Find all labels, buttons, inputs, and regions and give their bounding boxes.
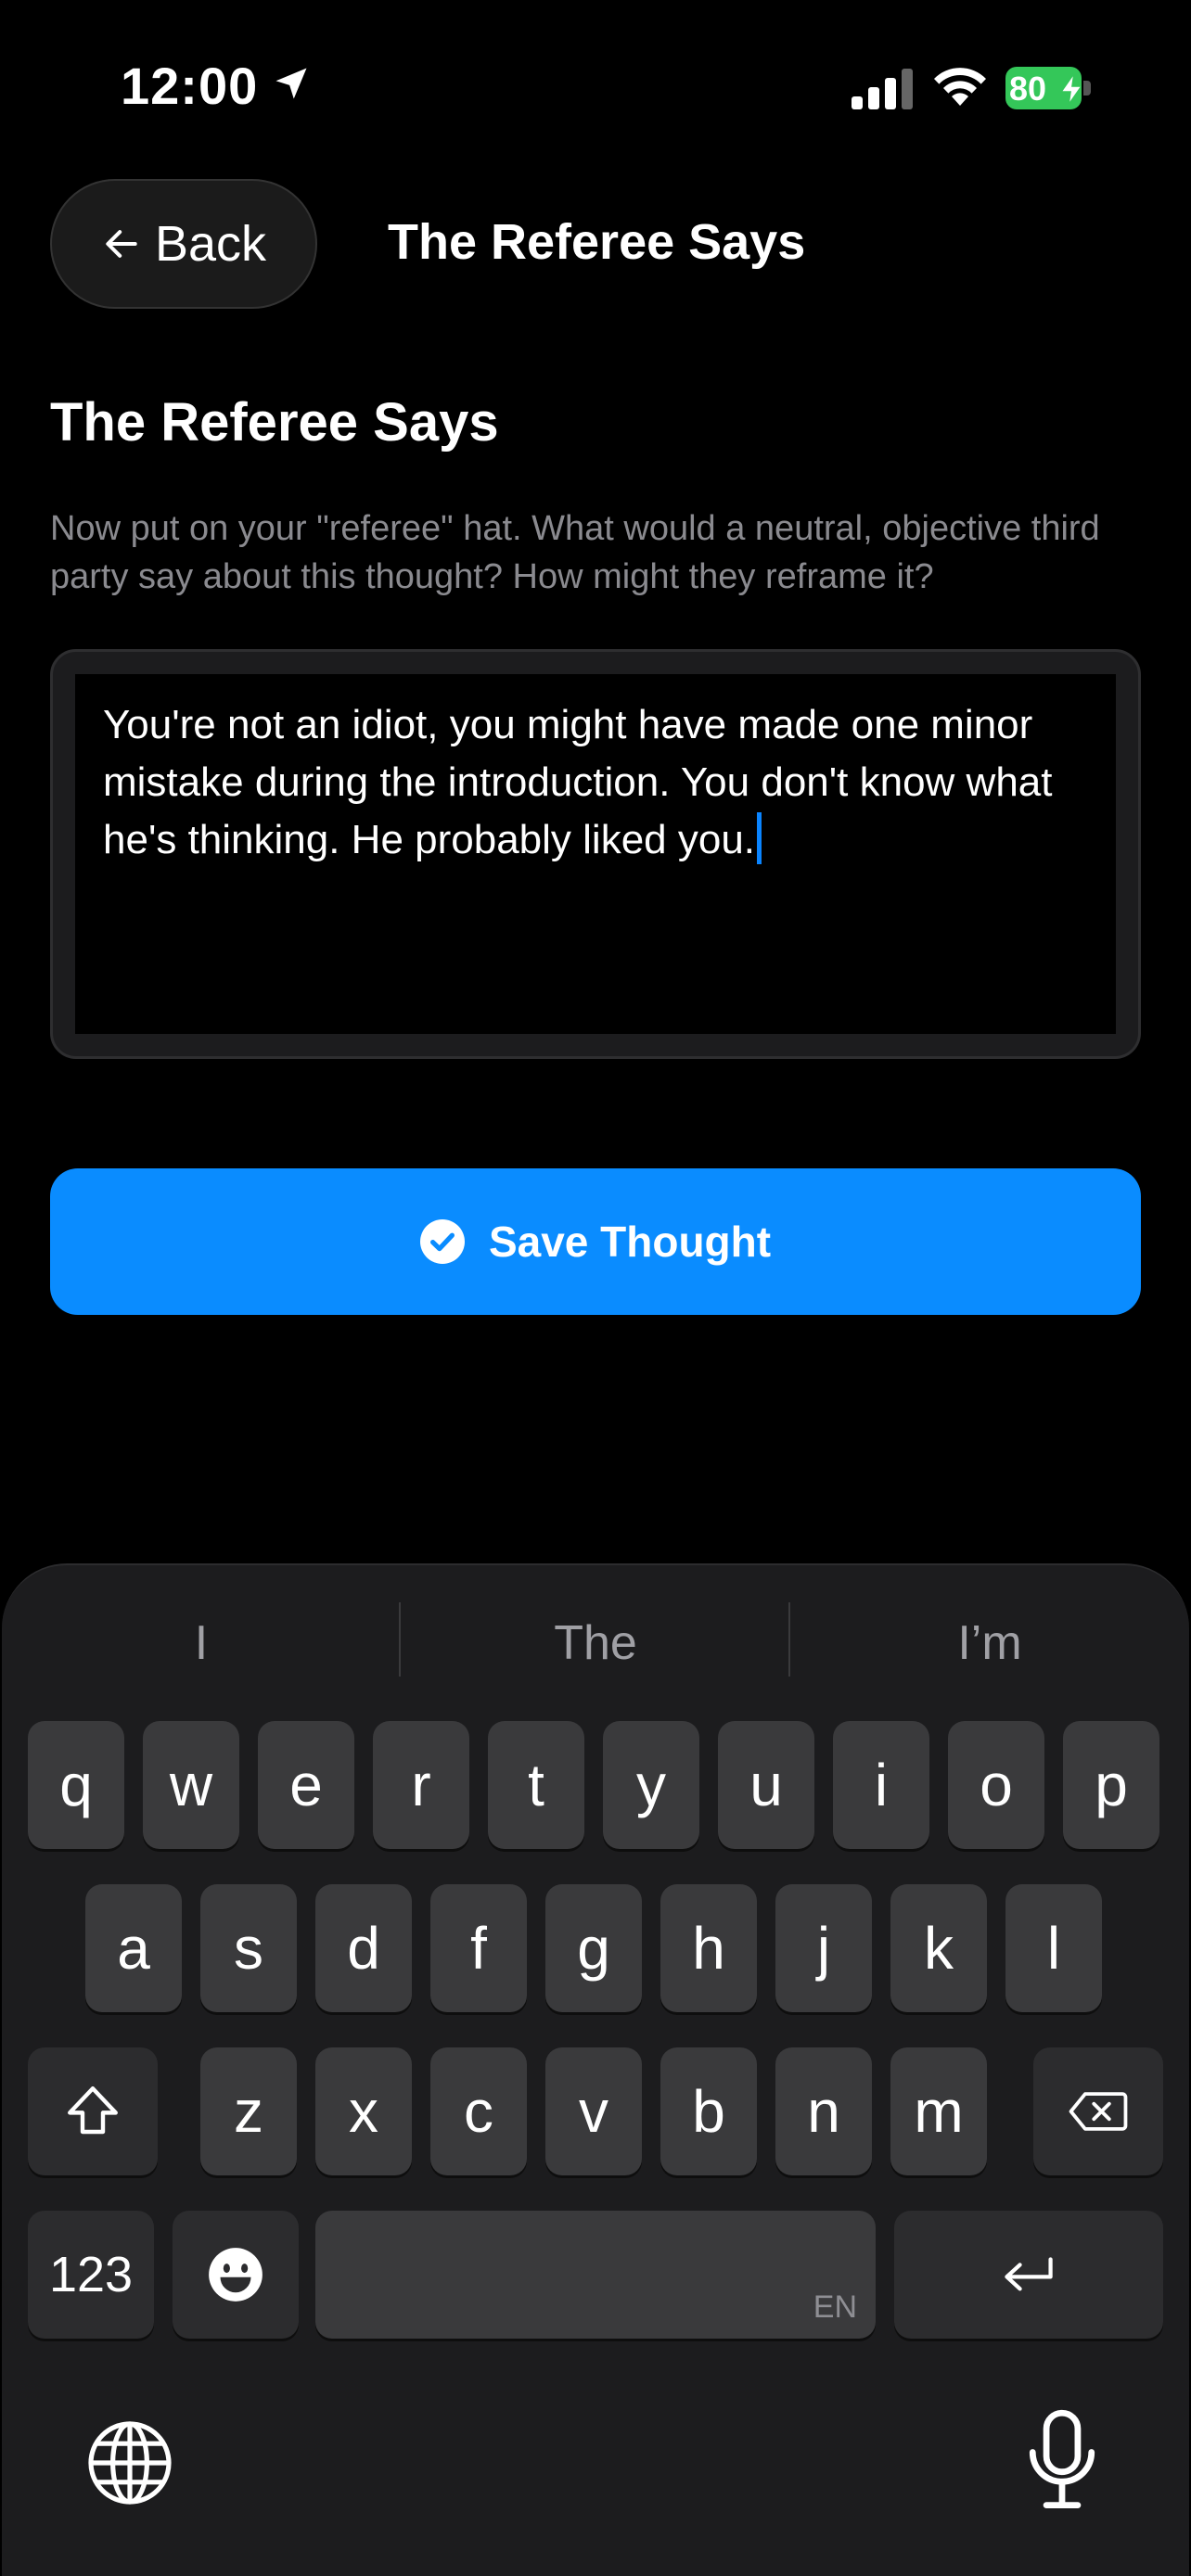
suggestion-1[interactable]: I <box>2 1597 401 1690</box>
key-e[interactable]: e <box>258 1721 354 1849</box>
key-v[interactable]: v <box>545 2047 642 2175</box>
key-q[interactable]: q <box>28 1721 124 1849</box>
emoji-key[interactable] <box>173 2211 299 2339</box>
numbers-key[interactable]: 123 <box>28 2211 154 2339</box>
key-c[interactable]: c <box>430 2047 527 2175</box>
key-b[interactable]: b <box>660 2047 757 2175</box>
key-l[interactable]: l <box>1005 1884 1102 2012</box>
key-k[interactable]: k <box>890 1884 987 2012</box>
text-caret <box>757 812 762 864</box>
charging-bolt-icon <box>1061 73 1082 105</box>
thought-input-frame: You're not an idiot, you might have made… <box>50 649 1141 1059</box>
key-j[interactable]: j <box>775 1884 872 2012</box>
status-time: 12:00 <box>121 57 259 115</box>
key-h[interactable]: h <box>660 1884 757 2012</box>
key-p[interactable]: p <box>1063 1721 1159 1849</box>
battery-level: 80 <box>1009 70 1047 108</box>
key-g[interactable]: g <box>545 1884 642 2012</box>
back-button[interactable]: Back <box>50 179 317 309</box>
key-s[interactable]: s <box>200 1884 297 2012</box>
key-y[interactable]: y <box>603 1721 699 1849</box>
microphone-icon[interactable] <box>1022 2409 1102 2511</box>
checkmark-circle-icon <box>419 1219 465 1264</box>
suggestion-3[interactable]: I’m <box>790 1597 1189 1690</box>
back-button-label: Back <box>154 216 267 272</box>
location-arrow-icon <box>275 68 307 99</box>
return-key[interactable] <box>894 2211 1163 2339</box>
thought-input[interactable]: You're not an idiot, you might have made… <box>75 674 1116 1034</box>
key-n[interactable]: n <box>775 2047 872 2175</box>
key-i[interactable]: i <box>833 1721 929 1849</box>
keyboard-language: EN <box>813 2289 857 2325</box>
cellular-signal-icon <box>852 69 913 109</box>
key-m[interactable]: m <box>890 2047 987 2175</box>
key-x[interactable]: x <box>315 2047 412 2175</box>
page-title: The Referee Says <box>50 392 499 453</box>
thought-input-value: You're not an idiot, you might have made… <box>103 702 1053 862</box>
header-title: The Referee Says <box>388 214 806 270</box>
save-thought-label: Save Thought <box>488 1218 772 1266</box>
key-f[interactable]: f <box>430 1884 527 2012</box>
save-thought-button[interactable]: Save Thought <box>50 1168 1141 1315</box>
keyboard: I The I’m q w e r t y u i o p a s d f g … <box>2 1563 1189 2576</box>
key-z[interactable]: z <box>200 2047 297 2175</box>
space-key[interactable]: EN <box>315 2211 876 2339</box>
shift-key[interactable] <box>28 2047 158 2175</box>
key-a[interactable]: a <box>85 1884 182 2012</box>
delete-key[interactable] <box>1033 2047 1163 2175</box>
key-d[interactable]: d <box>315 1884 412 2012</box>
battery-indicator: 80 <box>1005 67 1091 109</box>
key-r[interactable]: r <box>373 1721 469 1849</box>
status-bar: 12:00 80 <box>0 0 1191 176</box>
backspace-icon <box>1069 2092 1128 2131</box>
emoji-icon <box>209 2248 263 2302</box>
key-w[interactable]: w <box>143 1721 239 1849</box>
arrow-left-icon <box>106 230 137 258</box>
shift-arrow-icon <box>68 2086 118 2135</box>
key-u[interactable]: u <box>718 1721 814 1849</box>
globe-icon[interactable] <box>85 2418 174 2507</box>
key-t[interactable]: t <box>488 1721 584 1849</box>
page-description: Now put on your "referee" hat. What woul… <box>50 509 1100 596</box>
wifi-icon <box>934 68 986 106</box>
return-arrow-icon <box>1005 2257 1053 2291</box>
suggestion-2[interactable]: The <box>401 1597 790 1690</box>
key-o[interactable]: o <box>948 1721 1044 1849</box>
